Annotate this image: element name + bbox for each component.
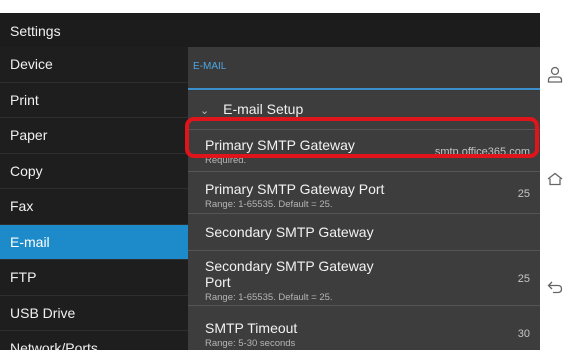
sidebar-item-label: Network/Ports [10,340,98,350]
row-title: Primary SMTP Gateway Port [205,181,385,197]
section-header: E-MAIL [188,47,540,91]
settings-screen: Settings Device Print Paper Copy Fax E-m… [0,13,540,350]
back-icon[interactable] [547,280,563,294]
sidebar: Device Print Paper Copy Fax E-mail FTP U… [0,47,188,350]
sidebar-item-label: USB Drive [10,304,76,321]
sidebar-item-label: Copy [10,162,43,179]
sidebar-item-copy[interactable]: Copy [0,154,188,189]
sidebar-item-label: Device [10,56,53,72]
system-nav-bar [540,0,570,350]
row-value: smtp.office365.com [434,146,530,158]
sidebar-item-label: Paper [10,127,48,143]
row-title-line2: Port [205,274,231,290]
sidebar-item-ftp[interactable]: FTP [0,260,188,296]
sidebar-item-label: Fax [10,198,34,214]
page-title: Settings [10,23,61,39]
sidebar-item-usb-drive[interactable]: USB Drive [0,296,188,331]
sidebar-item-fax[interactable]: Fax [0,189,188,225]
settings-panel: E-MAIL ⌄ E-mail Setup Primary SMTP Gatew… [188,47,540,350]
sidebar-item-email[interactable]: E-mail [0,224,188,260]
row-value: 25 [517,273,530,285]
sidebar-item-label: E-mail [10,233,50,250]
row-subtitle: Range: 5-30 seconds [205,338,296,349]
sidebar-item-label: Print [10,91,39,108]
home-icon[interactable] [547,172,563,186]
sidebar-item-network-ports[interactable]: Network/Ports [0,331,188,350]
email-setup-group[interactable]: ⌄ E-mail Setup [188,91,540,127]
row-subtitle: Range: 1-65535. Default = 25. [205,292,333,303]
row-title: Secondary SMTP Gateway [205,224,374,240]
sidebar-item-label: FTP [10,269,37,285]
sidebar-item-paper[interactable]: Paper [0,118,188,154]
section-divider [188,88,540,90]
smtp-timeout-row[interactable]: SMTP Timeout Range: 5-30 seconds 30 [188,305,540,350]
title-bar: Settings [0,13,540,47]
group-label: E-mail Setup [223,101,304,117]
row-value: 25 [517,188,530,200]
chevron-down-icon: ⌄ [200,105,210,117]
row-subtitle: Range: 1-65535. Default = 25. [205,199,333,210]
sidebar-item-print[interactable]: Print [0,83,188,118]
primary-smtp-gateway-port-row[interactable]: Primary SMTP Gateway Port Range: 1-65535… [188,171,540,213]
secondary-smtp-gateway-port-row[interactable]: Secondary SMTP Gateway Port Range: 1-655… [188,250,540,305]
row-value: 30 [517,328,530,340]
secondary-smtp-gateway-row[interactable]: Secondary SMTP Gateway [188,213,540,250]
section-label: E-MAIL [193,61,227,72]
sidebar-item-device[interactable]: Device [0,47,188,83]
row-title-line1: Secondary SMTP Gateway [205,258,374,274]
row-title: SMTP Timeout [205,320,298,336]
user-icon[interactable] [547,66,563,84]
primary-smtp-gateway-row[interactable]: Primary SMTP Gateway Required. smtp.offi… [188,129,540,171]
